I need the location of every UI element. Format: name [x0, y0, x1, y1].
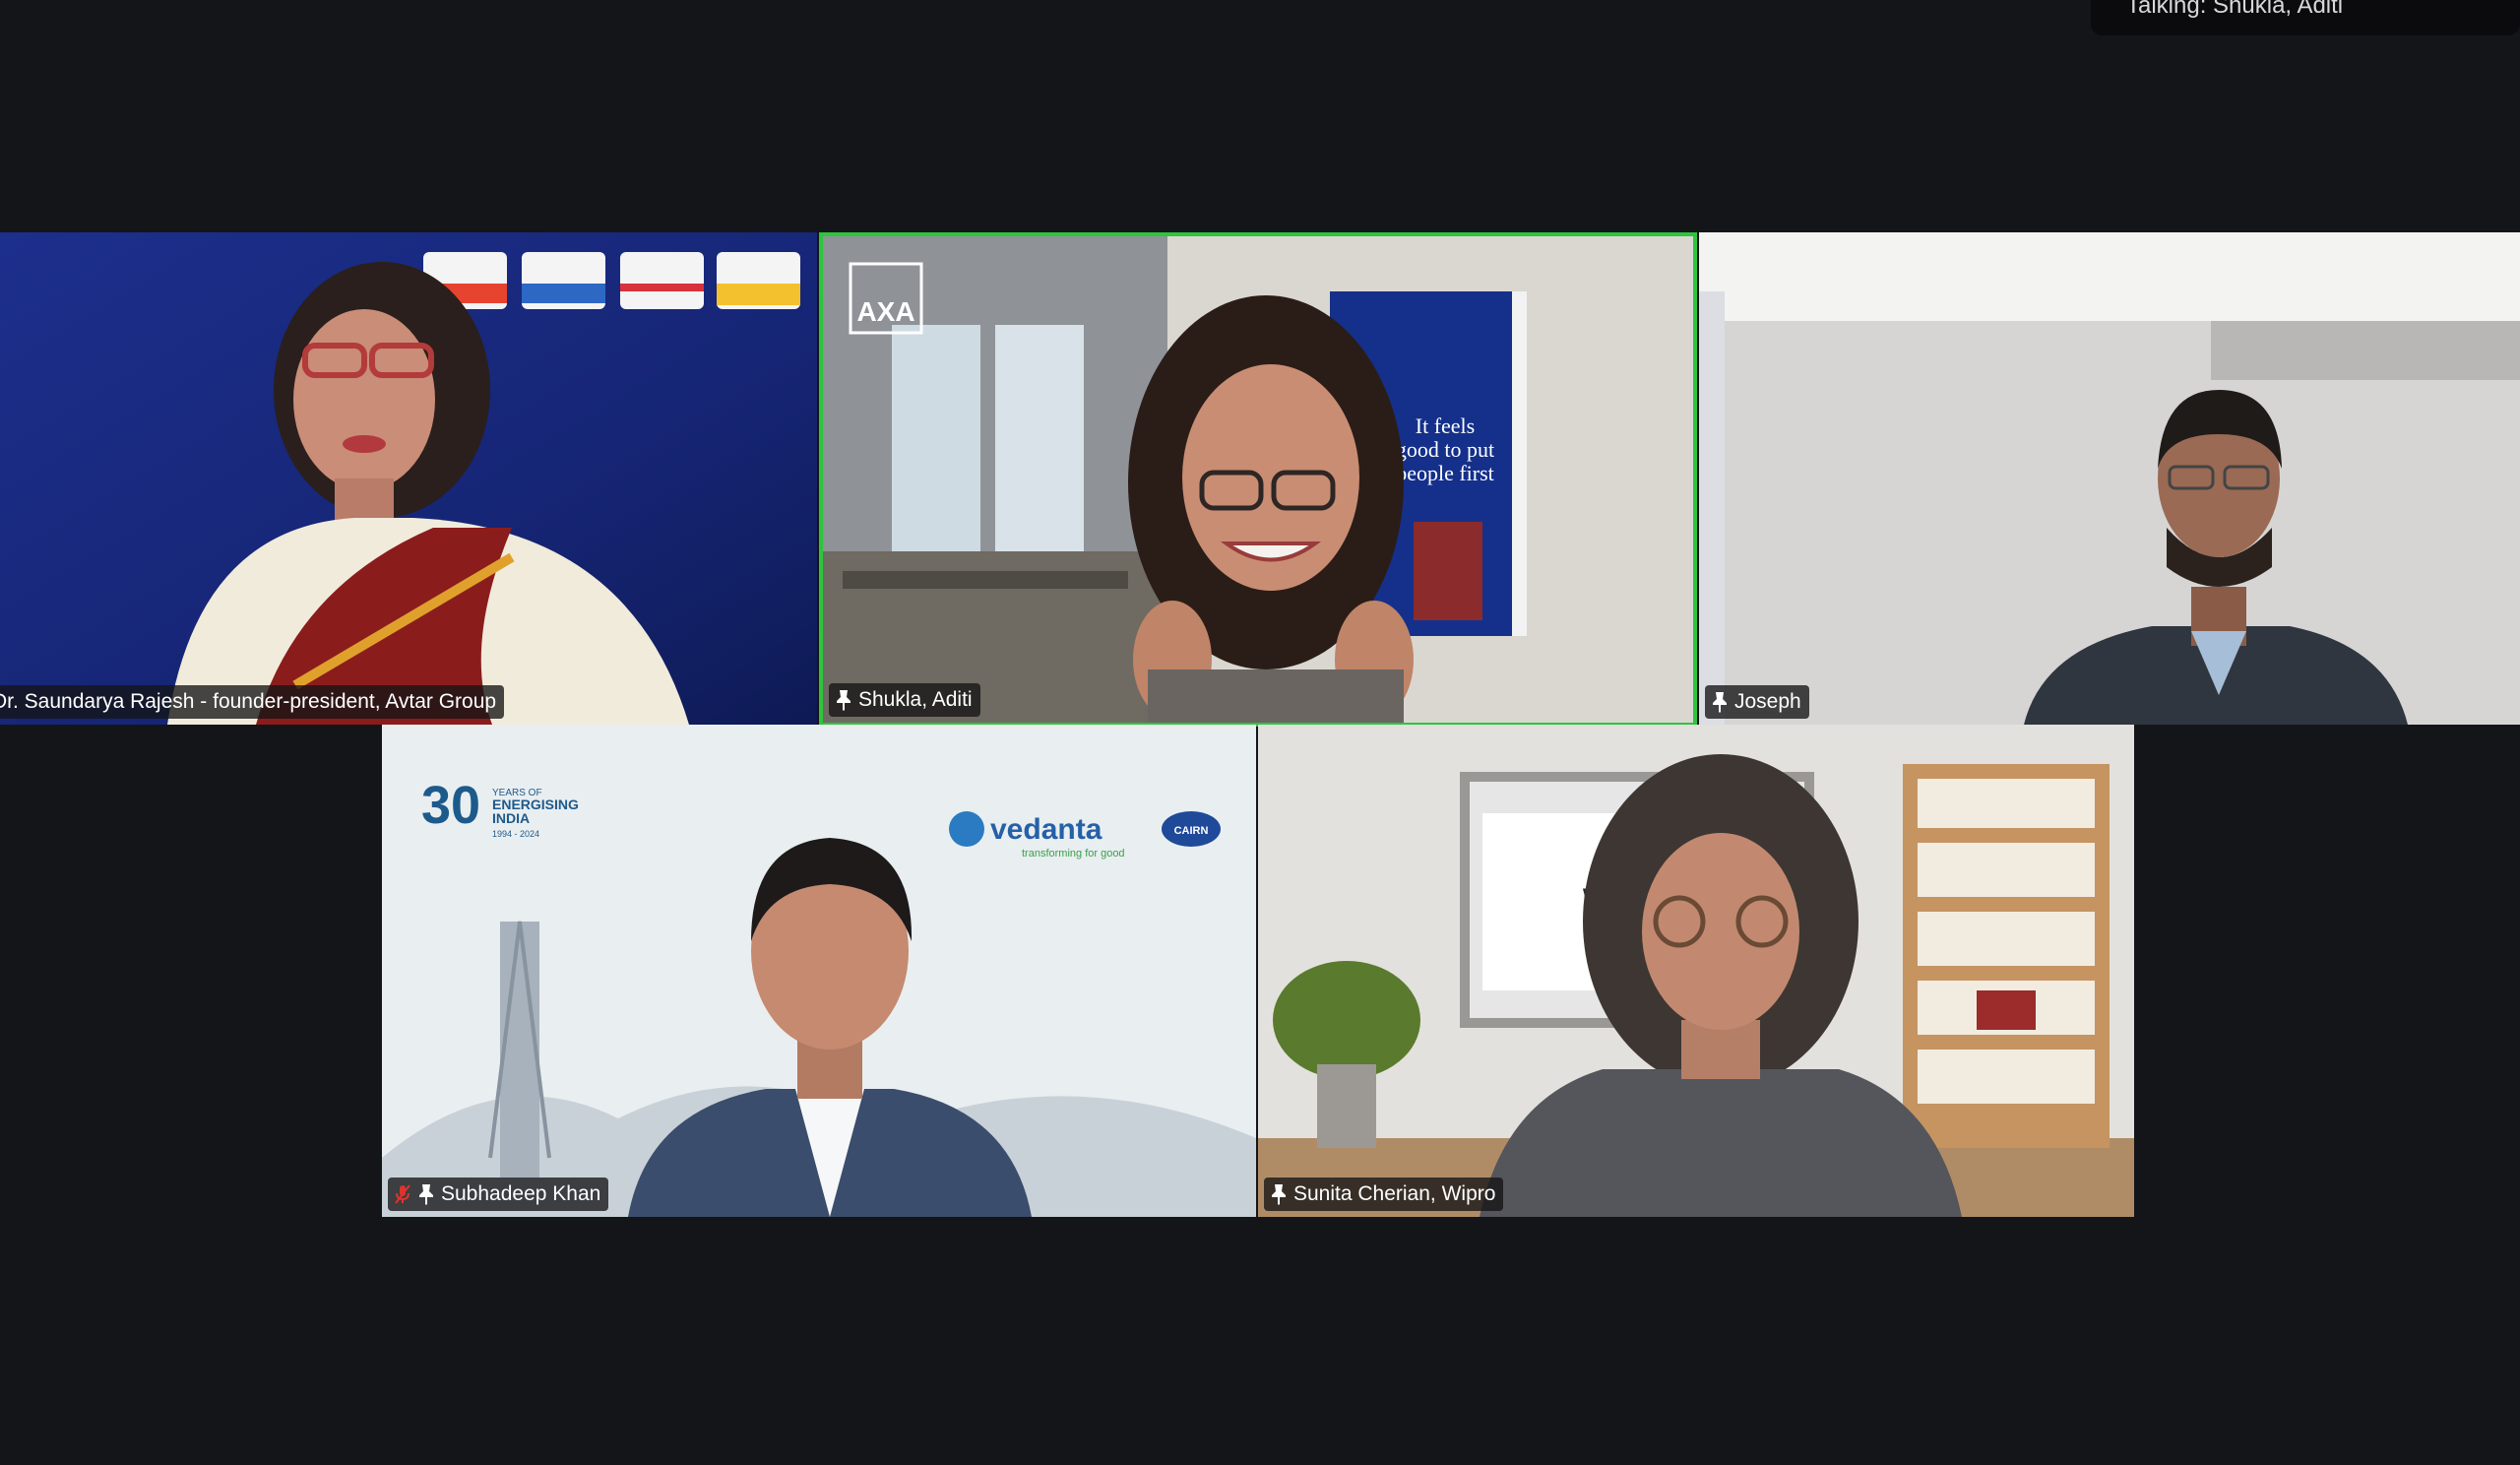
vedanta-logo: vedanta — [990, 813, 1102, 846]
axa-poster-line: people first — [1396, 461, 1494, 485]
video-feed: 30 YEARS OF ENERGISING INDIA 1994 - 2024… — [382, 725, 1256, 1217]
participant-name: Joseph — [1734, 690, 1801, 713]
pin-icon — [837, 690, 850, 711]
axa-logo: AXA — [856, 296, 914, 327]
video-tile-sunita-cherian[interactable]: wip Sunita Cherian, Wipro — [1258, 725, 2134, 1217]
pin-icon — [1272, 1184, 1286, 1205]
participant-name-label: Shukla, Aditi — [829, 683, 980, 717]
axa-poster-line: It feels — [1416, 414, 1475, 438]
pin-icon — [419, 1184, 433, 1205]
video-feed — [0, 232, 817, 725]
video-tile-shukla-aditi[interactable]: AXA It feels good to put people first Sh… — [819, 232, 1697, 727]
participant-name-label: Sunita Cherian, Wipro — [1264, 1178, 1504, 1211]
axa-poster-line: good to put — [1396, 437, 1494, 462]
vedanta-tagline: transforming for good — [1022, 848, 1125, 860]
participant-name: Sunita Cherian, Wipro — [1293, 1182, 1496, 1205]
video-tile-saundarya[interactable]: Dr. Saundarya Rajesh - founder-president… — [0, 232, 817, 725]
participant-name: Subhadeep Khan — [441, 1182, 601, 1205]
anniversary-logo: 30 — [421, 776, 480, 835]
cairn-logo: CAIRN — [1174, 825, 1209, 837]
video-feed: AXA It feels good to put people first — [823, 236, 1693, 723]
talking-indicator: Talking: Shukla, Aditi — [2091, 0, 2520, 35]
participant-name-label: Joseph — [1705, 685, 1809, 719]
participant-name: Shukla, Aditi — [858, 688, 973, 711]
participant-name-label: Dr. Saundarya Rajesh - founder-president… — [0, 685, 505, 719]
participant-name-label: Subhadeep Khan — [388, 1178, 609, 1211]
pin-icon — [1713, 692, 1727, 713]
video-feed — [1699, 232, 2520, 725]
video-tile-joseph[interactable]: Joseph — [1699, 232, 2520, 725]
anniversary-years: 1994 - 2024 — [492, 829, 539, 839]
meeting-window: Talking: Shukla, Aditi Dr. Saundarya Raj… — [0, 0, 2520, 1465]
muted-mic-icon — [395, 1184, 410, 1204]
video-tile-subhadeep-khan[interactable]: 30 YEARS OF ENERGISING INDIA 1994 - 2024… — [382, 725, 1256, 1217]
anniversary-line: INDIA — [492, 810, 530, 826]
video-feed: wip — [1258, 725, 2134, 1217]
participant-name: Dr. Saundarya Rajesh - founder-president… — [0, 690, 497, 713]
